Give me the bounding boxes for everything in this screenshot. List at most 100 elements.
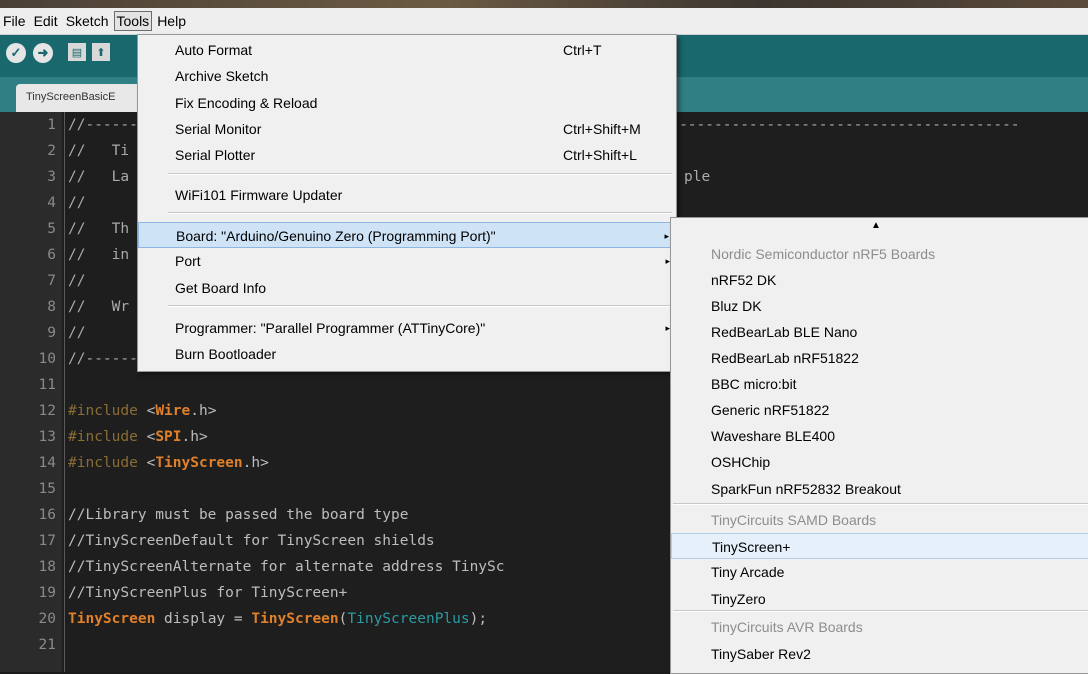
- board-menu-item[interactable]: BBC micro:bit: [671, 371, 1088, 397]
- board-group-header: Nordic Semiconductor nRF5 Boards: [671, 241, 1088, 267]
- menu-item-label: Board: "Arduino/Genuino Zero (Programmin…: [176, 228, 496, 244]
- line-number: 21: [38, 637, 56, 653]
- code-text: #include <TinyScreen.h>: [68, 450, 269, 476]
- menu-item-label: Fix Encoding & Reload: [175, 95, 318, 111]
- board-menu-item[interactable]: TinySaber Rev2: [671, 641, 1088, 667]
- code-token: //: [68, 195, 86, 211]
- code-token: TinyScreen: [155, 455, 243, 471]
- board-menu-item[interactable]: SparkFun nRF52832 Breakout: [671, 476, 1088, 502]
- code-token: #include: [68, 403, 147, 419]
- board-menu-item[interactable]: Tiny Arcade: [671, 559, 1088, 585]
- menu-item-label: Port: [175, 253, 201, 269]
- board-menu-item[interactable]: OSHChip: [671, 449, 1088, 475]
- tools-menu-item[interactable]: Auto Format Ctrl+T: [138, 37, 676, 63]
- code-token: //Library must be passed the board type: [68, 507, 409, 523]
- code-text: //TinyScreenPlus for TinyScreen+: [68, 580, 347, 606]
- tools-menu-item[interactable]: Burn Bootloader: [138, 341, 676, 367]
- code-text: TinyScreen display = TinyScreen(TinyScre…: [68, 606, 487, 632]
- menu-separator: [673, 610, 1088, 612]
- menu-bar: File Edit Sketch Tools Help: [0, 8, 1088, 35]
- menu-file[interactable]: File: [0, 11, 29, 31]
- board-item-label: Waveshare BLE400: [711, 428, 835, 444]
- menu-item-label: Auto Format: [175, 42, 253, 58]
- board-item-label: TinyScreen+: [712, 539, 791, 555]
- code-token: // Th: [68, 221, 130, 237]
- line-number: 13: [38, 429, 56, 445]
- sketch-tab[interactable]: TinyScreenBasicE: [16, 84, 148, 112]
- menu-separator: [168, 173, 672, 175]
- tools-menu-item[interactable]: Archive Sketch: [138, 63, 676, 89]
- line-number: 12: [38, 403, 56, 419]
- tools-menu-item[interactable]: Port ▸: [138, 248, 676, 274]
- code-token: TinyScreen: [251, 611, 339, 627]
- board-item-label: TinySaber Rev2: [711, 646, 811, 662]
- open-sketch-button[interactable]: ⬆: [92, 43, 110, 61]
- line-number: 14: [38, 455, 56, 471]
- menu-item-label: Programmer: "Parallel Programmer (ATTiny…: [175, 320, 486, 336]
- code-token: #include: [68, 455, 147, 471]
- code-token: // Wr: [68, 299, 130, 315]
- board-menu-item[interactable]: TinyZero: [671, 586, 1088, 612]
- board-item-label: Bluz DK: [711, 298, 762, 314]
- board-submenu: ▲ Nordic Semiconductor nRF5 Boards nRF52 …: [670, 217, 1088, 674]
- code-text: //TinyScreenDefault for TinyScreen shiel…: [68, 528, 435, 554]
- code-token: .h>: [181, 429, 208, 445]
- board-item-label: BBC micro:bit: [711, 376, 797, 392]
- code-text: // in: [68, 242, 129, 268]
- menu-item-shortcut: Ctrl+T: [563, 42, 602, 58]
- menu-item-shortcut: Ctrl+Shift+L: [563, 147, 637, 163]
- menu-help[interactable]: Help: [154, 11, 189, 31]
- code-token: TinyScreenPlus: [347, 611, 470, 627]
- submenu-arrow-icon: ▸: [664, 231, 669, 241]
- menu-item-label: Serial Monitor: [175, 121, 262, 137]
- new-sketch-button[interactable]: ▤: [68, 43, 86, 61]
- line-number: 16: [38, 507, 56, 523]
- menu-tools[interactable]: Tools: [113, 11, 153, 31]
- tools-menu-item[interactable]: Board: "Arduino/Genuino Zero (Programmin…: [138, 222, 676, 248]
- code-token: // in: [68, 247, 130, 263]
- menu-item-label: Get Board Info: [175, 280, 267, 296]
- board-menu-item[interactable]: TinyScreen+: [671, 533, 1088, 559]
- board-item-label: Generic nRF51822: [711, 402, 830, 418]
- board-menu-item[interactable]: Bluz DK: [671, 293, 1088, 319]
- board-menu-item[interactable]: RedBearLab BLE Nano: [671, 319, 1088, 345]
- board-menu-item[interactable]: Waveshare BLE400: [671, 423, 1088, 449]
- code-token: display =: [155, 611, 252, 627]
- tools-menu-item[interactable]: WiFi101 Firmware Updater: [138, 182, 676, 208]
- tools-menu-item[interactable]: Fix Encoding & Reload: [138, 90, 676, 116]
- code-text: // Th: [68, 216, 129, 242]
- upload-button[interactable]: ➜: [33, 43, 53, 63]
- line-number: 8: [47, 299, 56, 315]
- code-token: <: [146, 455, 156, 471]
- code-token: .h>: [190, 403, 217, 419]
- scroll-up-icon[interactable]: ▲: [871, 220, 881, 231]
- tools-menu-item[interactable]: Programmer: "Parallel Programmer (ATTiny…: [138, 315, 676, 341]
- tools-menu-item[interactable]: Get Board Info: [138, 275, 676, 301]
- code-text: // Wr: [68, 294, 129, 320]
- menu-sketch[interactable]: Sketch: [63, 11, 112, 31]
- line-number: 7: [47, 273, 56, 289]
- board-item-label: TinyCircuits SAMD Boards: [711, 512, 877, 528]
- tools-menu-item[interactable]: Serial Plotter Ctrl+Shift+L: [138, 142, 676, 168]
- menu-item-shortcut: Ctrl+Shift+M: [563, 121, 641, 137]
- line-number: 18: [38, 559, 56, 575]
- menu-separator: [168, 305, 672, 307]
- board-item-label: SparkFun nRF52832 Breakout: [711, 481, 901, 497]
- code-token: //TinyScreenPlus for TinyScreen+: [68, 585, 348, 601]
- code-token: #include: [68, 429, 147, 445]
- verify-button[interactable]: ✓: [6, 43, 26, 63]
- code-token: <: [146, 403, 156, 419]
- board-menu-item[interactable]: RedBearLab nRF51822: [671, 345, 1088, 371]
- line-number: 5: [47, 221, 56, 237]
- code-text: //: [68, 268, 85, 294]
- window-titlebar: [0, 0, 1088, 8]
- board-item-label: TinyCircuits AVR Boards: [711, 619, 863, 635]
- menu-edit[interactable]: Edit: [31, 11, 61, 31]
- board-menu-item[interactable]: nRF52 DK: [671, 267, 1088, 293]
- code-token: Wire: [155, 403, 191, 419]
- tools-menu-item[interactable]: Serial Monitor Ctrl+Shift+M: [138, 116, 676, 142]
- code-text: //Library must be passed the board type: [68, 502, 408, 528]
- code-token: //TinyScreenAlternate for alternate addr…: [68, 559, 505, 575]
- line-number: 10: [38, 351, 56, 367]
- board-menu-item[interactable]: Generic nRF51822: [671, 397, 1088, 423]
